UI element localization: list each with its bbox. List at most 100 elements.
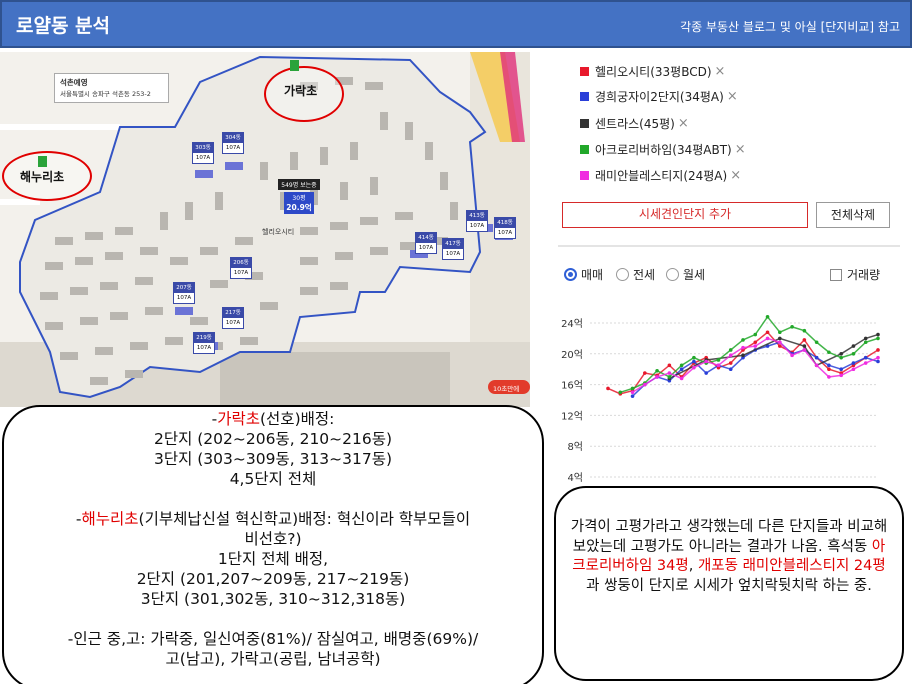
data-point (790, 353, 794, 358)
legend-swatch (580, 145, 589, 154)
info-line: 1단지 전체 배정, (217, 550, 329, 568)
comment-text: 가격이 고평가라고 생각했는데 다른 단지들과 비교해보았는데 고평가도 아니라… (570, 519, 888, 555)
map-label-bubble[interactable]: 10초만에 (493, 383, 519, 393)
dong-tag-418[interactable]: 418동 107A (494, 217, 516, 239)
radio-label: 매매 (581, 268, 604, 282)
data-point (630, 394, 635, 398)
info-line: -가락초(선호)배정: (211, 410, 335, 428)
map-info-card[interactable]: 석촌예영 서울특별시 송파구 석촌동 253-2 (54, 73, 169, 103)
dong-tag-219[interactable]: 219동 107A (193, 332, 215, 354)
dong-tag-414[interactable]: 414동 107A (415, 232, 437, 254)
radio-sale[interactable]: 매매 (564, 266, 603, 283)
data-point (643, 371, 647, 375)
data-point (839, 352, 843, 356)
remove-icon[interactable]: × (727, 89, 738, 104)
remove-icon[interactable]: × (730, 168, 741, 183)
data-point (814, 340, 819, 345)
data-point (814, 363, 819, 368)
data-point (704, 371, 708, 375)
data-point (679, 363, 684, 368)
radio-selected-icon (564, 268, 577, 281)
y-tick-label: 8억 (567, 441, 583, 453)
volume-checkbox[interactable]: 거래량 (830, 266, 880, 283)
data-point (606, 386, 610, 391)
add-complex-button[interactable]: 시세견인단지 추가 (562, 202, 808, 228)
radio-monthly[interactable]: 월세 (666, 266, 705, 283)
info-line: -해누리초(기부체납신설 혁신학교)배정: 혁신이라 학부모들이 (75, 510, 471, 528)
data-point (630, 390, 635, 395)
map-info-card-address: 서울특별시 송파구 석촌동 253-2 (60, 90, 151, 98)
map-view[interactable]: 석촌예영 서울특별시 송파구 석촌동 253-2 가락초 해누리초 303동 10… (0, 52, 530, 407)
data-point (851, 344, 856, 348)
info-line: 3단지 (301,302동, 310~312,318동) (140, 590, 406, 608)
legend-item-helio[interactable]: 헬리오시티(33평BCD) × (580, 63, 725, 80)
data-point (851, 352, 856, 356)
legend-item-gyeonghui[interactable]: 경희궁자이2단지(34평A) × (580, 88, 738, 105)
dong-tag-304[interactable]: 304동 107A (222, 132, 244, 154)
data-point (839, 367, 843, 371)
data-point (863, 361, 868, 365)
legend-item-raemian[interactable]: 래미안블레스티지(24평A) × (580, 167, 741, 184)
data-point (827, 367, 831, 371)
dong-tag-303[interactable]: 303동 107A (192, 142, 214, 164)
data-point (863, 340, 868, 345)
divider (558, 245, 900, 247)
comment-text: , (688, 558, 698, 574)
data-point (692, 355, 696, 360)
info-line: 2단지 (201,207~209동, 217~219동) (136, 570, 410, 588)
radio-icon (616, 268, 629, 281)
dong-tag-207[interactable]: 207동 107A (173, 282, 195, 304)
data-point (728, 367, 733, 371)
data-point (802, 328, 807, 333)
page-subtitle: 각종 부동산 블로그 및 아실 [단지비교] 참고 (680, 20, 900, 34)
school-name-highlight: 해누리초 (81, 510, 139, 528)
info-line: 3단지 (303~309동, 313~317동) (153, 450, 393, 468)
price-chart[interactable]: 24억 20억 16억 12억 8억 4억 (548, 307, 912, 487)
remove-icon[interactable]: × (678, 116, 689, 131)
data-point (741, 338, 745, 342)
info-line: 2단지 (202~206동, 210~216동) (153, 430, 393, 448)
page-title: 로얄동 분석 (16, 15, 111, 37)
legend-label: 아크로리버하임(34평ABT) (595, 143, 732, 157)
info-line: 고(남고), 가락고(공립, 남녀공학) (165, 650, 381, 668)
remove-icon[interactable]: × (715, 64, 726, 79)
data-point (876, 332, 880, 337)
price-marker-area: 30평 (292, 195, 306, 202)
dong-tag-217[interactable]: 217동 107A (222, 307, 244, 329)
school-name-highlight: 가락초 (217, 410, 260, 428)
price-marker-viewers: 549명 보는중 (278, 179, 320, 190)
radio-label: 전세 (633, 268, 656, 282)
data-point (814, 355, 819, 360)
checkbox-label: 거래량 (847, 268, 881, 282)
radio-jeonse[interactable]: 전세 (616, 266, 655, 283)
price-marker[interactable]: 549명 보는중 30평 20.9억 (278, 179, 320, 214)
data-point (728, 348, 733, 352)
data-point (679, 376, 684, 381)
data-point (827, 350, 831, 355)
legend-item-acro[interactable]: 아크로리버하임(34평ABT) × (580, 141, 746, 158)
comment-text: 과 쌍둥이 단지로 시세가 엎치락뒷치락 하는 중. (586, 577, 872, 594)
data-point (618, 390, 623, 395)
data-point (753, 340, 758, 345)
data-point (802, 344, 807, 348)
data-point (802, 348, 807, 352)
info-line: -인근 중,고: 가락중, 일신여중(81%)/ 잠실여고, 배명중(69%)/ (67, 630, 479, 648)
data-point (839, 373, 843, 378)
data-point (765, 315, 770, 319)
dong-tag-417[interactable]: 417동 107A (442, 238, 464, 260)
highlight-text: 개포동 래미안블레스티지 24평 (697, 558, 886, 574)
data-point (716, 358, 721, 362)
data-point (876, 355, 880, 360)
data-point (790, 325, 794, 329)
info-line: 비선호?) (244, 530, 302, 548)
data-point (851, 367, 856, 371)
remove-icon[interactable]: × (735, 142, 746, 157)
dong-tag-206[interactable]: 206동 107A (230, 257, 252, 279)
school-label-haenuri: 해누리초 (20, 170, 65, 184)
dong-tag-413[interactable]: 413동 107A (466, 210, 488, 232)
legend-item-centras[interactable]: 센트라스(45평) × (580, 115, 689, 132)
school-flag-icon (38, 156, 47, 167)
delete-all-button[interactable]: 전체삭제 (816, 202, 890, 228)
data-point (741, 345, 745, 350)
